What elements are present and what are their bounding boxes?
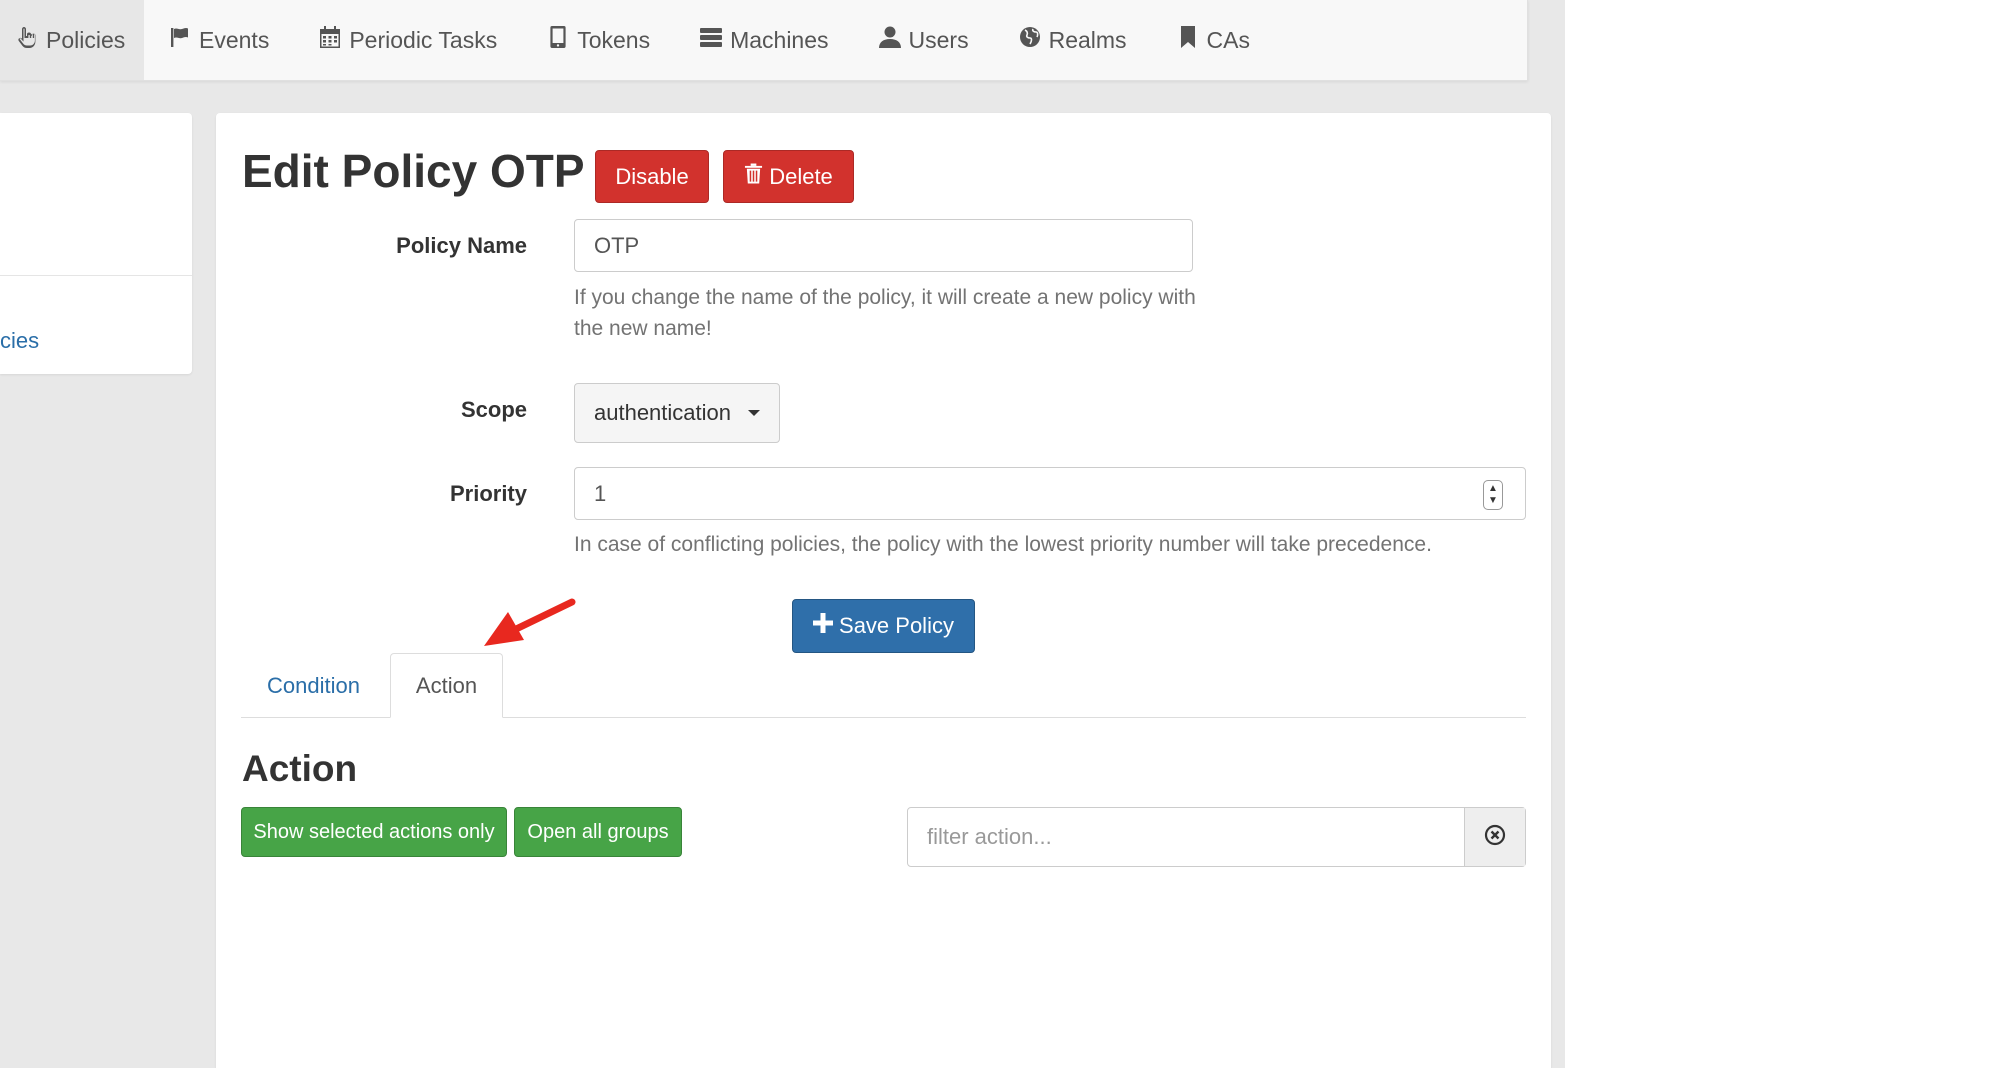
nav-realms[interactable]: Realms [994,0,1152,80]
tab-condition[interactable]: Condition [241,653,386,718]
priority-value: 1 [594,480,607,506]
annotation-arrow-icon [484,598,576,646]
spinner-up-icon[interactable]: ▲ [1488,483,1498,495]
phone-icon [547,25,569,55]
policy-name-input[interactable]: OTP [574,219,1193,272]
nav-tokens[interactable]: Tokens [522,0,675,80]
filter-action-group: filter action... [907,807,1526,867]
nav-machines[interactable]: Machines [675,0,853,80]
nav-users-label: Users [908,26,969,53]
plus-icon [813,613,834,639]
save-policy-label: Save Policy [839,613,954,638]
policy-name-value: OTP [594,232,640,258]
nav-realms-label: Realms [1048,26,1127,53]
bookmark-icon [1177,25,1199,55]
nav-cas[interactable]: CAs [1152,0,1275,80]
nav-cas-label: CAs [1206,26,1250,53]
sidebar-policies-link[interactable]: cies [0,328,39,354]
left-sidebar-panel: cies [0,113,192,374]
sidebar-divider [0,275,192,276]
top-navbar: Policies Events Periodic Tasks Tokens Ma… [0,0,1528,81]
caret-down-icon [748,410,760,416]
show-selected-actions-button[interactable]: Show selected actions only [241,807,507,857]
scope-select[interactable]: authentication [574,383,780,443]
policy-name-help: If you change the name of the policy, it… [574,286,1196,340]
nav-tokens-label: Tokens [577,26,651,53]
filter-placeholder: filter action... [927,824,1052,849]
nav-policies[interactable]: Policies [0,0,144,80]
policy-name-label: Policy Name [396,233,527,258]
clear-circle-icon [1484,824,1506,851]
tab-action[interactable]: Action [390,653,503,718]
nav-users[interactable]: Users [854,0,994,80]
priority-label: Priority [449,481,527,506]
filter-action-input[interactable]: filter action... [908,808,1464,866]
action-section-title: Action [242,748,358,789]
open-all-groups-button[interactable]: Open all groups [514,807,682,857]
hand-pointer-icon [16,25,38,55]
nav-periodic-tasks[interactable]: Periodic Tasks [294,0,522,80]
server-icon [700,25,723,55]
delete-button-label: Delete [769,163,833,189]
number-spinner[interactable]: ▲ ▼ [1483,480,1503,510]
nav-machines-label: Machines [730,26,829,53]
flag-icon [169,25,191,55]
nav-policies-label: Policies [46,26,126,53]
scope-value: authentication [594,400,731,425]
save-policy-button[interactable]: Save Policy [792,599,975,653]
scope-label: Scope [460,397,527,422]
nav-events-label: Events [199,26,270,53]
globe-icon [1019,25,1041,55]
nav-periodic-tasks-label: Periodic Tasks [349,26,498,53]
clear-filter-button[interactable] [1464,808,1525,866]
page-title: Edit Policy OTP [242,145,585,197]
priority-input[interactable]: 1 ▲ ▼ [574,467,1526,520]
spinner-down-icon[interactable]: ▼ [1488,495,1498,507]
disable-button-label: Disable [615,163,689,189]
nav-events[interactable]: Events [144,0,294,80]
priority-help: In case of conflicting policies, the pol… [574,533,1432,556]
user-icon [878,25,901,55]
show-selected-label: Show selected actions only [253,820,495,843]
calendar-icon [319,25,341,55]
delete-button[interactable]: Delete [723,150,854,203]
open-groups-label: Open all groups [527,820,669,843]
trash-icon [744,163,763,190]
disable-button[interactable]: Disable [595,150,709,203]
page-background-right [1565,0,1990,1068]
